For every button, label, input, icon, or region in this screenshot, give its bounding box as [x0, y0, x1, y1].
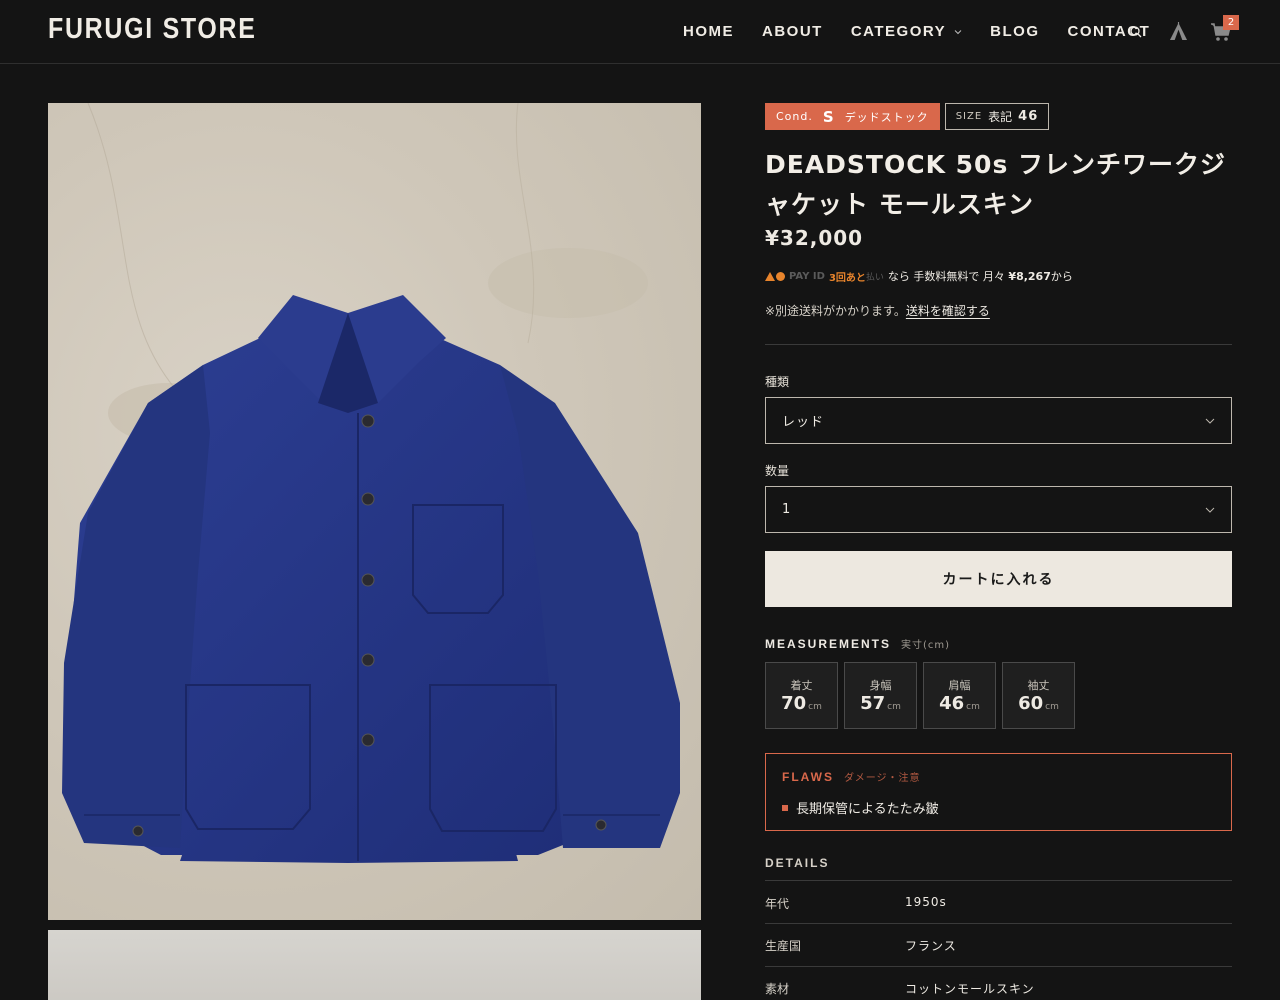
quantity-value: 1: [782, 502, 792, 517]
product-price: ¥32,000: [765, 226, 864, 250]
condition-badge: Cond. S デッドストック: [765, 103, 940, 130]
jacket-illustration: [62, 103, 680, 863]
payid-times: 3回あと: [828, 272, 866, 284]
product-badges: Cond. S デッドストック SIZE 表記 46: [765, 103, 1050, 130]
nav-category[interactable]: CATEGORY: [851, 23, 962, 40]
details-value: フランス: [905, 939, 957, 953]
flaws-title: FLAWS: [782, 770, 834, 784]
flaw-item: 長期保管によるたたみ皺: [782, 798, 1215, 817]
variant-select[interactable]: レッド: [765, 397, 1232, 444]
payid-text: なら 手数料無料で 月々 ¥8,267から: [888, 268, 1073, 284]
measurement-sleeve: 袖丈 60 cm: [1002, 662, 1075, 729]
details-label: 年代: [765, 897, 790, 911]
divider: [765, 880, 1232, 881]
measurement-unit: cm: [966, 702, 980, 712]
details-value: 1950s: [905, 895, 947, 909]
measurement-label: 身幅: [869, 679, 892, 692]
payid-small: 払い: [865, 272, 884, 283]
details-title: DETAILS: [765, 856, 830, 870]
add-to-cart-button[interactable]: カートに入れる: [765, 551, 1232, 607]
measurement-length: 着丈 70 cm: [765, 662, 838, 729]
size-prefix: 表記: [988, 110, 1013, 124]
nav-blog[interactable]: BLOG: [990, 23, 1039, 40]
size-badge: SIZE 表記 46: [944, 103, 1050, 130]
nav-category-label: CATEGORY: [850, 23, 947, 40]
shipping-note-text: ※別途送料がかかります。: [765, 304, 906, 318]
variant-label: 種類: [765, 375, 790, 389]
cart-count-badge: 2: [1223, 15, 1239, 30]
measurement-value: 46: [939, 693, 965, 714]
account-tent-icon[interactable]: [1169, 22, 1188, 41]
search-icon[interactable]: [1129, 25, 1143, 39]
details-value: コットンモールスキン: [905, 982, 1035, 996]
chevron-down-icon: [954, 29, 962, 34]
divider: [765, 966, 1232, 967]
condition-text: デッドストック: [844, 110, 929, 124]
measurements-list: 着丈 70 cm 身幅 57 cm 肩幅 46 cm 袖丈 60 cm: [765, 662, 1081, 729]
condition-grade: S: [822, 107, 835, 126]
quantity-label: 数量: [765, 464, 790, 478]
payid-triangle-icon: [765, 271, 775, 281]
measurement-label: 肩幅: [948, 679, 971, 692]
shipping-link[interactable]: 送料を確認する: [906, 304, 990, 318]
quantity-select[interactable]: 1: [765, 486, 1232, 533]
measurement-value: 57: [860, 693, 886, 714]
condition-label: Cond.: [776, 110, 813, 123]
measurement-unit: cm: [1045, 702, 1059, 712]
measurement-value: 70: [781, 693, 807, 714]
size-label: SIZE: [955, 111, 983, 122]
shipping-note: ※別途送料がかかります。送料を確認する: [765, 302, 990, 319]
flaws-subtitle: ダメージ・注意: [844, 773, 921, 784]
product-image-secondary[interactable]: [48, 930, 701, 1000]
nav-home[interactable]: HOME: [683, 23, 734, 40]
payid-installment[interactable]: PAY ID 3回あと 払い なら 手数料無料で 月々 ¥8,267から: [765, 268, 1073, 284]
variant-value: レッド: [782, 415, 825, 430]
payid-text-prefix: なら 手数料無料で 月々: [887, 270, 1005, 283]
main-nav: HOME ABOUT CATEGORY BLOG CONTACT: [683, 23, 1178, 40]
chevron-down-icon: [1205, 507, 1215, 513]
size-value: 46: [1018, 109, 1039, 124]
measurement-unit: cm: [808, 702, 822, 712]
details-label: 素材: [765, 982, 790, 996]
details-label: 生産国: [765, 939, 802, 953]
measurements-subtitle: 実寸(cm): [901, 640, 951, 651]
measurement-value: 60: [1018, 693, 1044, 714]
product-title: DEADSTOCK 50s フレンチワークジャケット モールスキン: [765, 150, 1227, 219]
bullet-square-icon: [782, 804, 788, 811]
product-image-main[interactable]: [48, 103, 701, 920]
measurement-shoulder: 肩幅 46 cm: [923, 662, 996, 729]
payid-brand: PAY ID: [789, 270, 825, 282]
payid-amount: ¥8,267: [1008, 270, 1051, 283]
chevron-down-icon: [1205, 418, 1215, 424]
measurements-heading: MEASUREMENTS 実寸(cm): [765, 636, 950, 651]
site-header: FURUGI STORE HOME ABOUT CATEGORY BLOG CO…: [0, 0, 1280, 64]
nav-about[interactable]: ABOUT: [762, 23, 823, 40]
flaws-heading: FLAWS ダメージ・注意: [782, 769, 1215, 784]
payid-text-suffix: から: [1050, 270, 1073, 283]
flaws-box: FLAWS ダメージ・注意 長期保管によるたたみ皺: [765, 753, 1232, 831]
site-logo[interactable]: FURUGI STORE: [48, 13, 257, 46]
flaw-text: 長期保管によるたたみ皺: [796, 802, 939, 817]
measurement-width: 身幅 57 cm: [844, 662, 917, 729]
measurements-title: MEASUREMENTS: [765, 637, 892, 651]
measurement-unit: cm: [887, 702, 901, 712]
divider: [765, 923, 1232, 924]
divider: [765, 344, 1232, 345]
payid-dot-icon: [776, 271, 785, 281]
measurement-label: 着丈: [790, 679, 813, 692]
measurement-label: 袖丈: [1027, 679, 1050, 692]
